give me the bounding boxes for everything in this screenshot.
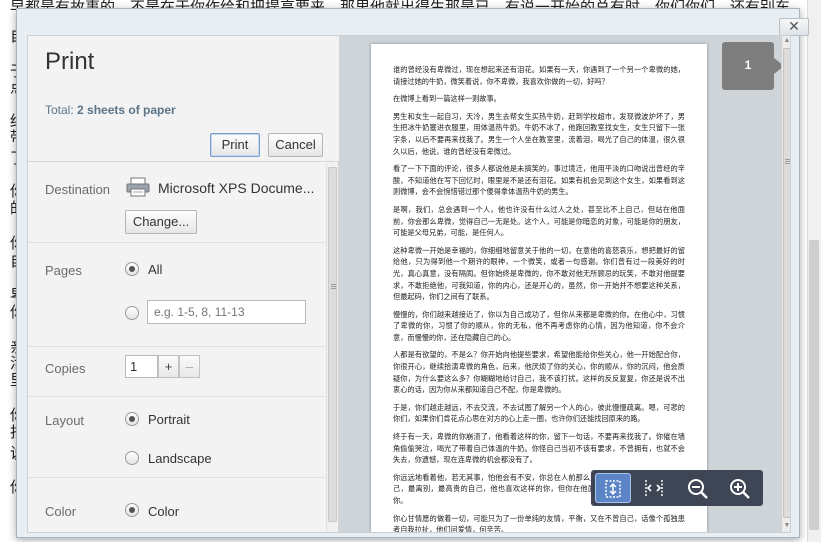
grip-line	[331, 286, 336, 287]
scroll-up-icon[interactable]: ▲	[783, 37, 790, 47]
preview-paragraph: 看了一下下面的评论，很多人都说他是未搞笑的，事过境迁，他用平淡的口吻说出曾经的辛…	[393, 164, 685, 197]
printer-name: Microsoft XPS Docume...	[158, 180, 315, 196]
print-preview: 谁的曾经没有卑微过，现在想起来还有泪花。如果有一天，你遇到了一个另一个卑微的她，…	[339, 36, 790, 532]
zoom-out-icon	[688, 479, 708, 499]
fit-width-icon	[645, 480, 663, 496]
preview-paragraph: 你心甘情愿的做着一切，可能只为了一份单纯的友情，平衡，又在不曾自己，话像个孤独患…	[393, 513, 685, 532]
landscape-label: Landscape	[148, 451, 212, 466]
preview-paragraph: 终于有一天，卑微的你崩溃了，他看着这样的你，留下一句话，不要再来找我了。你催在墙…	[393, 432, 685, 465]
scroll-down-icon[interactable]: ▼	[783, 522, 790, 532]
printer-icon	[126, 177, 150, 197]
grip-line	[331, 284, 336, 285]
settings-scrollbar[interactable]	[326, 163, 338, 532]
fit-width-button[interactable]	[637, 473, 673, 503]
destination-label: Destination	[45, 182, 111, 197]
page-range-input[interactable]	[147, 300, 306, 324]
total-value: 2 sheets of paper	[77, 103, 176, 117]
total-prefix: Total:	[45, 103, 78, 117]
grip-line	[785, 163, 790, 164]
landscape-radio[interactable]	[125, 451, 139, 465]
preview-paragraph: 慢慢的，你们越来越接近了，你以为自己成功了，但你从来都是卑微的你。在他心中，习惯…	[393, 309, 685, 342]
settings-list: Destination Microsoft XPS Docume... Chan…	[28, 163, 326, 532]
fit-to-page-button[interactable]	[595, 473, 631, 503]
settings-panel: Print Total: 2 sheets of paper Print Can…	[28, 36, 339, 532]
preview-scrollbar[interactable]: ▲ ▼	[781, 36, 790, 532]
preview-paragraph: 这种卑微一开始是幸福的，你细细地留意关于他的一切，在意他的喜怒哀乐，想把最好的留…	[393, 245, 685, 302]
copies-section: Copies 1 + –	[28, 347, 326, 397]
preview-paragraph: 谁的曾经没有卑微过，现在想起来还有泪花。如果有一天，你遇到了一个另一个卑微的她，…	[393, 65, 685, 86]
preview-paragraph: 人都是有欲望的，不是么？你开始向他提些要求，希望他能给你些关心，他一开始配合你，…	[393, 350, 685, 395]
copies-increment-button[interactable]: +	[158, 355, 179, 378]
portrait-label: Portrait	[148, 412, 190, 427]
preview-paragraph: 在微博上看到一篇这样一则故事。	[393, 94, 501, 104]
print-dialog: ✕ Print Total: 2 sheets of paper Print C…	[16, 8, 809, 538]
print-header: Print Total: 2 sheets of paper Print Can…	[28, 36, 339, 162]
preview-paragraph: 是啊，我们，总会遇到一个人，他也许没有什么过人之处，甚至比不上自己，但站在他面前…	[393, 204, 685, 238]
preview-scrollbar-thumb[interactable]	[783, 48, 790, 518]
total-sheets: Total: 2 sheets of paper	[45, 103, 176, 117]
change-destination-button[interactable]: Change...	[125, 210, 197, 234]
pages-range-radio[interactable]	[125, 306, 139, 320]
print-dialog-body: Print Total: 2 sheets of paper Print Can…	[27, 35, 791, 533]
fit-page-icon	[605, 480, 621, 498]
background-scrollbar-thumb[interactable]	[809, 240, 819, 530]
pages-all-label: All	[148, 262, 163, 277]
cancel-button[interactable]: Cancel	[268, 133, 323, 157]
settings-scrollbar-thumb[interactable]	[328, 167, 337, 522]
zoom-out-button[interactable]	[680, 473, 716, 503]
zoom-toolbar	[591, 470, 763, 506]
color-label: Color	[45, 504, 77, 519]
destination-section: Destination Microsoft XPS Docume... Chan…	[28, 163, 326, 243]
grip-line	[785, 159, 790, 160]
color-section: Color Color	[28, 478, 326, 532]
copies-input[interactable]: 1	[125, 355, 158, 378]
portrait-radio[interactable]	[125, 412, 139, 426]
pages-all-radio[interactable]	[125, 262, 139, 276]
preview-paragraph: 于是，你们越走越远，不去交流，不去试图了解另一个人的心，彼此慢慢疏离。嗯，可悲的…	[393, 402, 685, 424]
color-radio[interactable]	[125, 503, 139, 517]
print-button[interactable]: Print	[210, 133, 260, 157]
grip-line	[331, 288, 336, 289]
copies-decrement-button[interactable]: –	[179, 355, 200, 378]
background-scrollbar[interactable]	[807, 0, 821, 542]
pages-section: Pages All	[28, 243, 326, 347]
grip-line	[785, 161, 790, 162]
layout-section: Layout Portrait Landscape	[28, 397, 326, 478]
close-button[interactable]: ✕	[779, 18, 809, 36]
layout-label: Layout	[45, 413, 85, 428]
preview-page: 谁的曾经没有卑微过，现在想起来还有泪花。如果有一天，你遇到了一个另一个卑微的她，…	[371, 44, 707, 532]
zoom-in-icon	[730, 479, 750, 499]
copies-label: Copies	[45, 361, 86, 376]
preview-page-text: 谁的曾经没有卑微过，现在想起来还有泪花。如果有一天，你遇到了一个另一个卑微的她，…	[393, 64, 685, 532]
preview-paragraph: 男生和女生一起自习，天冷，男生去帮女生买热牛奶，赶到学校超市，发现微波炉坏了，男…	[393, 111, 685, 156]
page-title: Print	[45, 48, 95, 75]
page-number-badge: 1	[722, 42, 784, 90]
zoom-in-button[interactable]	[722, 473, 758, 503]
pages-label: Pages	[45, 263, 82, 278]
color-option-label: Color	[148, 504, 180, 519]
